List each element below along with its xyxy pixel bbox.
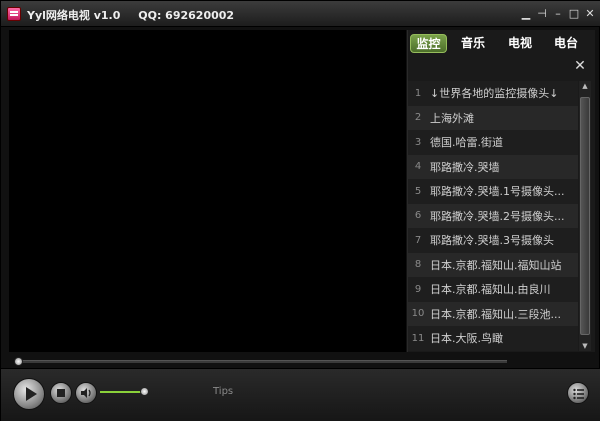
channel-label: 上海外滩: [430, 111, 474, 125]
category-tabs: 监控 音乐 电视 电台: [408, 30, 596, 56]
main-window: Yyl网络电视 v1.0 QQ: 692620002 ▁ ⊣ – □ ✕ 监控 …: [0, 0, 600, 421]
channel-number: 8: [414, 259, 422, 271]
channel-number: 4: [414, 161, 422, 173]
channel-label: 耶路撒冷.哭墙: [430, 160, 500, 174]
seek-track[interactable]: [15, 360, 507, 363]
panel-close-icon[interactable]: ✕: [573, 59, 587, 73]
app-title: Yyl网络电视 v1.0: [27, 9, 121, 22]
mini-mode-icon[interactable]: ▁: [519, 7, 533, 21]
channel-number: 10: [411, 308, 425, 320]
channel-item[interactable]: 10 日本.京都.福知山.三段池...: [408, 301, 578, 326]
channel-item[interactable]: 5 耶路撒冷.哭墙.1号摄像头...: [408, 179, 578, 204]
channel-item[interactable]: 11 日本.大阪.鸟瞰: [408, 326, 578, 351]
list-icon: [573, 388, 584, 400]
channel-panel: 监控 音乐 电视 电台 ✕ 1 ↓世界各地的监控摄像头↓ 2 上海外滩 3 德国.哈雷.街…: [407, 30, 595, 352]
channel-label: 日本.京都.福知山.由良川: [430, 283, 551, 297]
tips-text: Tips: [213, 386, 234, 397]
control-bar: Tips: [1, 368, 600, 421]
channel-number: 6: [414, 210, 422, 222]
channel-label: 德国.哈雷.街道: [430, 136, 503, 150]
pin-icon[interactable]: ⊣: [535, 7, 549, 21]
channel-item[interactable]: 1 ↓世界各地的监控摄像头↓: [408, 81, 578, 106]
channel-number: 11: [411, 332, 425, 344]
play-button[interactable]: [13, 378, 45, 410]
scrollbar[interactable]: ▲ ▼: [579, 81, 591, 351]
tab-music[interactable]: 音乐: [457, 34, 489, 53]
channel-number: 2: [414, 112, 422, 124]
volume-button[interactable]: [75, 382, 97, 404]
channel-label: 日本.京都.福知山.福知山站: [430, 258, 562, 272]
app-logo-icon: [7, 7, 21, 21]
tab-monitor[interactable]: 监控: [410, 34, 447, 53]
channel-label: 日本.京都.福知山.三段池...: [430, 307, 561, 321]
channel-item[interactable]: 8 日本.京都.福知山.福知山站: [408, 252, 578, 277]
title-bar[interactable]: Yyl网络电视 v1.0 QQ: 692620002 ▁ ⊣ – □ ✕: [1, 1, 600, 27]
channel-label: 耶路撒冷.哭墙.3号摄像头: [430, 234, 554, 248]
channel-label: ↓世界各地的监控摄像头↓: [430, 87, 559, 101]
channel-number: 1: [414, 87, 422, 99]
seek-handle[interactable]: [14, 357, 23, 366]
window-controls: ▁ ⊣ – □ ✕: [519, 7, 597, 21]
channel-label: 日本.大阪.鸟瞰: [430, 332, 503, 346]
channel-item[interactable]: 6 耶路撒冷.哭墙.2号摄像头...: [408, 203, 578, 228]
scroll-up-icon[interactable]: ▲: [579, 81, 591, 91]
channel-number: 9: [414, 283, 422, 295]
channel-item[interactable]: 9 日本.京都.福知山.由良川: [408, 277, 578, 302]
maximize-icon[interactable]: □: [567, 7, 581, 21]
volume-handle[interactable]: [139, 387, 149, 396]
scroll-down-icon[interactable]: ▼: [579, 341, 591, 351]
tab-tv[interactable]: 电视: [504, 34, 536, 53]
window-title: Yyl网络电视 v1.0 QQ: 692620002: [27, 7, 234, 23]
channel-item[interactable]: 4 耶路撒冷.哭墙: [408, 154, 578, 179]
seek-bar[interactable]: [9, 355, 595, 367]
playlist-menu-button[interactable]: [567, 382, 589, 404]
channel-label: 耶路撒冷.哭墙.1号摄像头...: [430, 185, 565, 199]
tab-radio[interactable]: 电台: [550, 34, 582, 53]
video-area[interactable]: [9, 30, 406, 352]
channel-item[interactable]: 7 耶路撒冷.哭墙.3号摄像头: [408, 228, 578, 253]
volume-slider[interactable]: [100, 387, 149, 396]
channel-item[interactable]: 3 德国.哈雷.街道: [408, 130, 578, 155]
volume-fill: [100, 391, 144, 393]
channel-item[interactable]: 2 上海外滩: [408, 105, 578, 130]
channel-number: 7: [414, 234, 422, 246]
minimize-icon[interactable]: –: [551, 7, 565, 21]
qq-number: QQ: 692620002: [138, 9, 235, 22]
channel-number: 5: [414, 185, 422, 197]
channel-list: 1 ↓世界各地的监控摄像头↓ 2 上海外滩 3 德国.哈雷.街道 4 耶路撒冷.哭墙 5 耶路撒冷…: [408, 81, 578, 351]
close-icon[interactable]: ✕: [583, 7, 597, 21]
channel-number: 3: [414, 136, 422, 148]
stop-button[interactable]: [50, 382, 72, 404]
scroll-thumb[interactable]: [580, 97, 590, 335]
speaker-icon: [81, 388, 91, 398]
channel-label: 耶路撒冷.哭墙.2号摄像头...: [430, 209, 565, 223]
